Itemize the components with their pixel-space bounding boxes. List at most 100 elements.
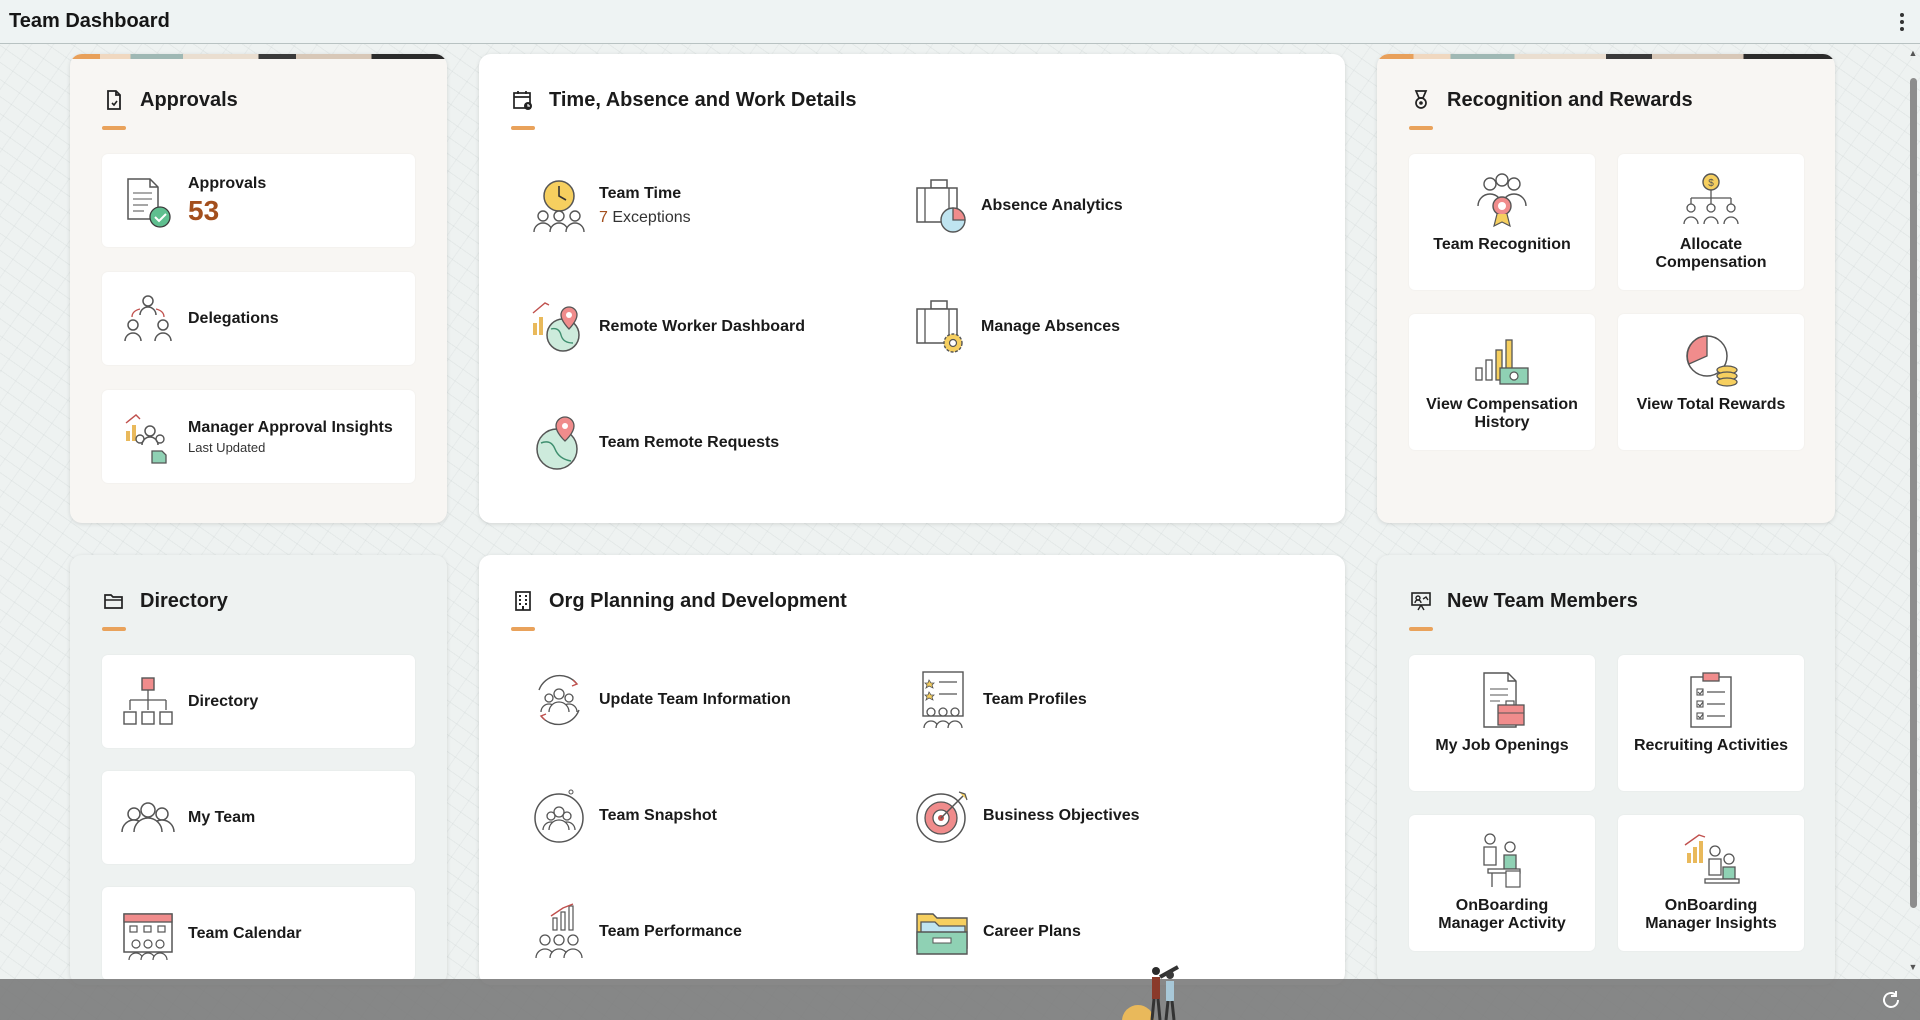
team-calendar-tile-label: Team Calendar xyxy=(188,924,302,942)
approvals-panel-header: Approvals xyxy=(102,88,238,112)
approvals-panel-title: Approvals xyxy=(140,88,238,111)
presentation-people-icon xyxy=(1411,592,1431,611)
view-total-rewards-tile[interactable]: View Total Rewards xyxy=(1618,314,1804,450)
new-team-members-panel-title: New Team Members xyxy=(1447,589,1638,612)
directory-tile[interactable]: Directory xyxy=(102,655,415,748)
team-profiles-icon xyxy=(922,671,964,729)
onboarding-meeting-icon xyxy=(1483,833,1521,888)
team-calendar-icon xyxy=(123,912,173,960)
team-time-label: Team Time xyxy=(599,185,682,202)
document-icon xyxy=(107,90,121,110)
my-job-openings-tile[interactable]: My Job Openings xyxy=(1409,655,1595,791)
approvals-count: 53 xyxy=(188,194,220,226)
new-team-members-panel-header: New Team Members xyxy=(1409,589,1638,613)
exceptions-count: 7 xyxy=(599,209,608,226)
onboarding-manager-insights-tile[interactable]: OnBoarding Manager Insights xyxy=(1618,815,1804,951)
last-updated-text: Last Updated xyxy=(188,439,266,455)
absence-analytics-link[interactable]: Absence Analytics xyxy=(911,176,1123,236)
title-underline xyxy=(102,627,126,631)
career-plans-label: Career Plans xyxy=(983,923,1081,940)
team-recognition-tile[interactable]: Team Recognition xyxy=(1409,154,1595,290)
team-remote-requests-link[interactable]: Team Remote Requests xyxy=(529,413,779,473)
calendar-clock-icon xyxy=(513,91,532,110)
approvals-panel: Approvals Approvals 53 Delegations Manag… xyxy=(70,54,447,523)
globe-location-chart-icon xyxy=(532,302,580,352)
org-planning-panel-header: Org Planning and Development xyxy=(511,589,847,613)
team-remote-requests-label: Team Remote Requests xyxy=(599,434,780,451)
approval-document-check-icon xyxy=(127,177,171,228)
recruiting-activities-label: Recruiting Activities xyxy=(1633,737,1789,754)
recognition-rewards-panel: Recognition and Rewards Team Recognition… xyxy=(1377,54,1835,523)
business-objectives-label: Business Objectives xyxy=(983,807,1140,824)
recognition-rewards-panel-header: Recognition and Rewards xyxy=(1409,88,1693,112)
time-absence-panel: Time, Absence and Work Details Team Time… xyxy=(479,54,1345,523)
team-snapshot-link[interactable]: Team Snapshot xyxy=(529,786,717,846)
recognition-rewards-panel-title: Recognition and Rewards xyxy=(1447,88,1693,111)
my-team-tile[interactable]: My Team xyxy=(102,771,415,864)
panel-decor-stripe xyxy=(70,54,447,59)
org-planning-panel-title: Org Planning and Development xyxy=(549,589,847,612)
onboarding-insights-icon xyxy=(1684,834,1740,884)
scrollbar-thumb[interactable] xyxy=(1910,78,1917,908)
remote-worker-dashboard-link[interactable]: Remote Worker Dashboard xyxy=(529,297,805,357)
view-compensation-history-label: View Compensation History xyxy=(1426,396,1578,431)
manage-absences-link[interactable]: Manage Absences xyxy=(911,297,1120,357)
folders-icon xyxy=(916,913,968,955)
allocate-compensation-label: Allocate Compensation xyxy=(1655,236,1767,271)
briefcase-gear-icon xyxy=(916,300,963,353)
vertical-scrollbar[interactable]: ▲ ▼ xyxy=(1908,48,1918,972)
career-plans-link[interactable]: Career Plans xyxy=(913,902,1081,962)
pie-coins-icon xyxy=(1686,335,1738,387)
business-objectives-link[interactable]: Business Objectives xyxy=(913,786,1140,846)
medal-icon xyxy=(1414,90,1428,109)
directory-tile-label: Directory xyxy=(188,692,259,710)
delegations-tile-label: Delegations xyxy=(188,309,279,327)
org-chart-icon xyxy=(123,676,173,725)
title-underline xyxy=(511,627,535,631)
scroll-up-arrow[interactable]: ▲ xyxy=(1908,48,1918,58)
update-team-information-label: Update Team Information xyxy=(599,691,791,708)
org-planning-panel: Org Planning and Development Update Team… xyxy=(479,555,1345,985)
team-award-icon xyxy=(1477,173,1527,228)
delegations-tile[interactable]: Delegations xyxy=(102,272,415,365)
approvals-tile[interactable]: Approvals 53 xyxy=(102,154,415,247)
onboarding-manager-activity-tile[interactable]: OnBoarding Manager Activity xyxy=(1409,815,1595,951)
page-header: Team Dashboard xyxy=(0,0,1920,44)
footer-bar xyxy=(0,965,1920,1020)
globe-pin-icon xyxy=(536,416,578,470)
view-compensation-history-tile[interactable]: View Compensation History xyxy=(1409,314,1595,450)
team-refresh-icon xyxy=(538,674,580,726)
building-icon xyxy=(515,591,531,611)
refresh-icon[interactable] xyxy=(1880,989,1902,1011)
team-profiles-link[interactable]: Team Profiles xyxy=(913,670,1087,730)
folder-icon xyxy=(104,594,123,609)
directory-panel: Directory Directory My Team Team Calenda… xyxy=(70,555,447,985)
scroll-down-arrow[interactable]: ▼ xyxy=(1908,962,1918,972)
title-underline xyxy=(1409,627,1433,631)
exceptions-label: Exceptions xyxy=(612,209,691,226)
team-time-link[interactable]: Team Time 7 Exceptions xyxy=(529,176,691,236)
team-recognition-label: Team Recognition xyxy=(1433,236,1571,253)
panel-decor-stripe xyxy=(1377,54,1835,59)
team-time-exceptions: 7 Exceptions xyxy=(599,209,691,227)
my-job-openings-label: My Job Openings xyxy=(1435,737,1569,754)
team-performance-link[interactable]: Team Performance xyxy=(529,902,742,962)
view-total-rewards-label: View Total Rewards xyxy=(1636,396,1786,413)
remote-worker-dashboard-label: Remote Worker Dashboard xyxy=(599,318,805,335)
team-calendar-tile[interactable]: Team Calendar xyxy=(102,887,415,980)
absence-analytics-label: Absence Analytics xyxy=(981,197,1123,214)
allocate-compensation-tile[interactable]: $ Allocate Compensation xyxy=(1618,154,1804,290)
team-people-icon xyxy=(121,801,175,832)
title-underline xyxy=(511,126,535,130)
actions-menu-button[interactable] xyxy=(1894,10,1910,34)
manager-approval-insights-tile[interactable]: Manager Approval Insights Last Updated xyxy=(102,390,415,483)
team-snapshot-label: Team Snapshot xyxy=(599,807,717,824)
money-hierarchy-icon: $ xyxy=(1683,173,1739,225)
team-performance-chart-icon xyxy=(535,903,583,959)
target-arrow-icon xyxy=(916,791,968,843)
onboarding-manager-insights-label: OnBoarding Manager Insights xyxy=(1645,897,1777,932)
update-team-information-link[interactable]: Update Team Information xyxy=(529,670,791,730)
recruiting-activities-tile[interactable]: Recruiting Activities xyxy=(1618,655,1804,791)
manager-approval-insights-label: Manager Approval Insights xyxy=(188,418,393,436)
approvals-tile-label: Approvals xyxy=(188,174,267,192)
